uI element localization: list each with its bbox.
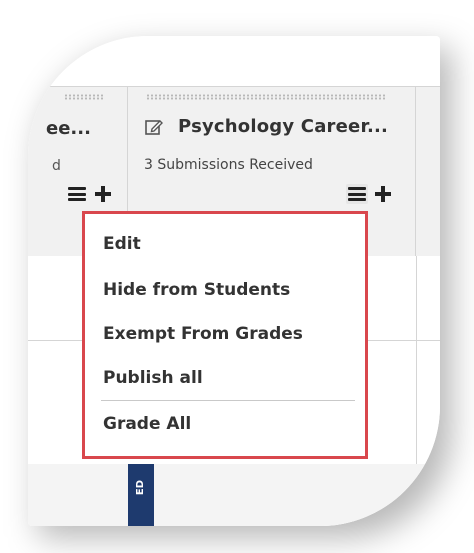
plus-icon[interactable] bbox=[94, 184, 112, 204]
left-column-title[interactable]: ee... bbox=[46, 118, 91, 139]
edit-icon[interactable] bbox=[144, 117, 164, 137]
submissions-count: 3 Submissions Received bbox=[144, 157, 313, 173]
hamburger-menu-icon[interactable] bbox=[66, 184, 88, 204]
gradebook-view: ee... d Psychology Career... 3 Submissio… bbox=[28, 36, 440, 526]
menu-item-hide-from-students[interactable]: Hide from Students bbox=[103, 280, 290, 300]
menu-divider bbox=[101, 400, 355, 401]
status-tab-text: ED bbox=[135, 479, 147, 496]
left-column-subtitle: d bbox=[52, 158, 61, 174]
zoomed-card: ee... d Psychology Career... 3 Submissio… bbox=[28, 36, 440, 526]
menu-item-publish-all[interactable]: Publish all bbox=[103, 368, 203, 388]
hamburger-menu-icon[interactable] bbox=[346, 184, 368, 204]
left-column-actions bbox=[66, 184, 112, 204]
screenshot-stage: ee... d Psychology Career... 3 Submissio… bbox=[0, 0, 474, 553]
drag-handle-left[interactable] bbox=[64, 94, 104, 100]
column-options-dropdown: Edit Hide from Students Exempt From Grad… bbox=[82, 211, 368, 459]
menu-item-exempt-from-grades[interactable]: Exempt From Grades bbox=[103, 324, 303, 344]
main-column-title-row: Psychology Career... bbox=[144, 116, 388, 137]
main-column-title[interactable]: Psychology Career... bbox=[178, 116, 388, 137]
header-top-border bbox=[28, 86, 440, 87]
plus-icon[interactable] bbox=[374, 184, 392, 204]
menu-item-edit[interactable]: Edit bbox=[103, 234, 141, 254]
drag-handle-main[interactable] bbox=[146, 94, 386, 100]
column-divider bbox=[416, 256, 417, 464]
footer-row bbox=[28, 464, 440, 526]
main-column-actions bbox=[346, 184, 392, 204]
column-header-right bbox=[416, 86, 440, 256]
menu-item-grade-all[interactable]: Grade All bbox=[103, 414, 191, 434]
